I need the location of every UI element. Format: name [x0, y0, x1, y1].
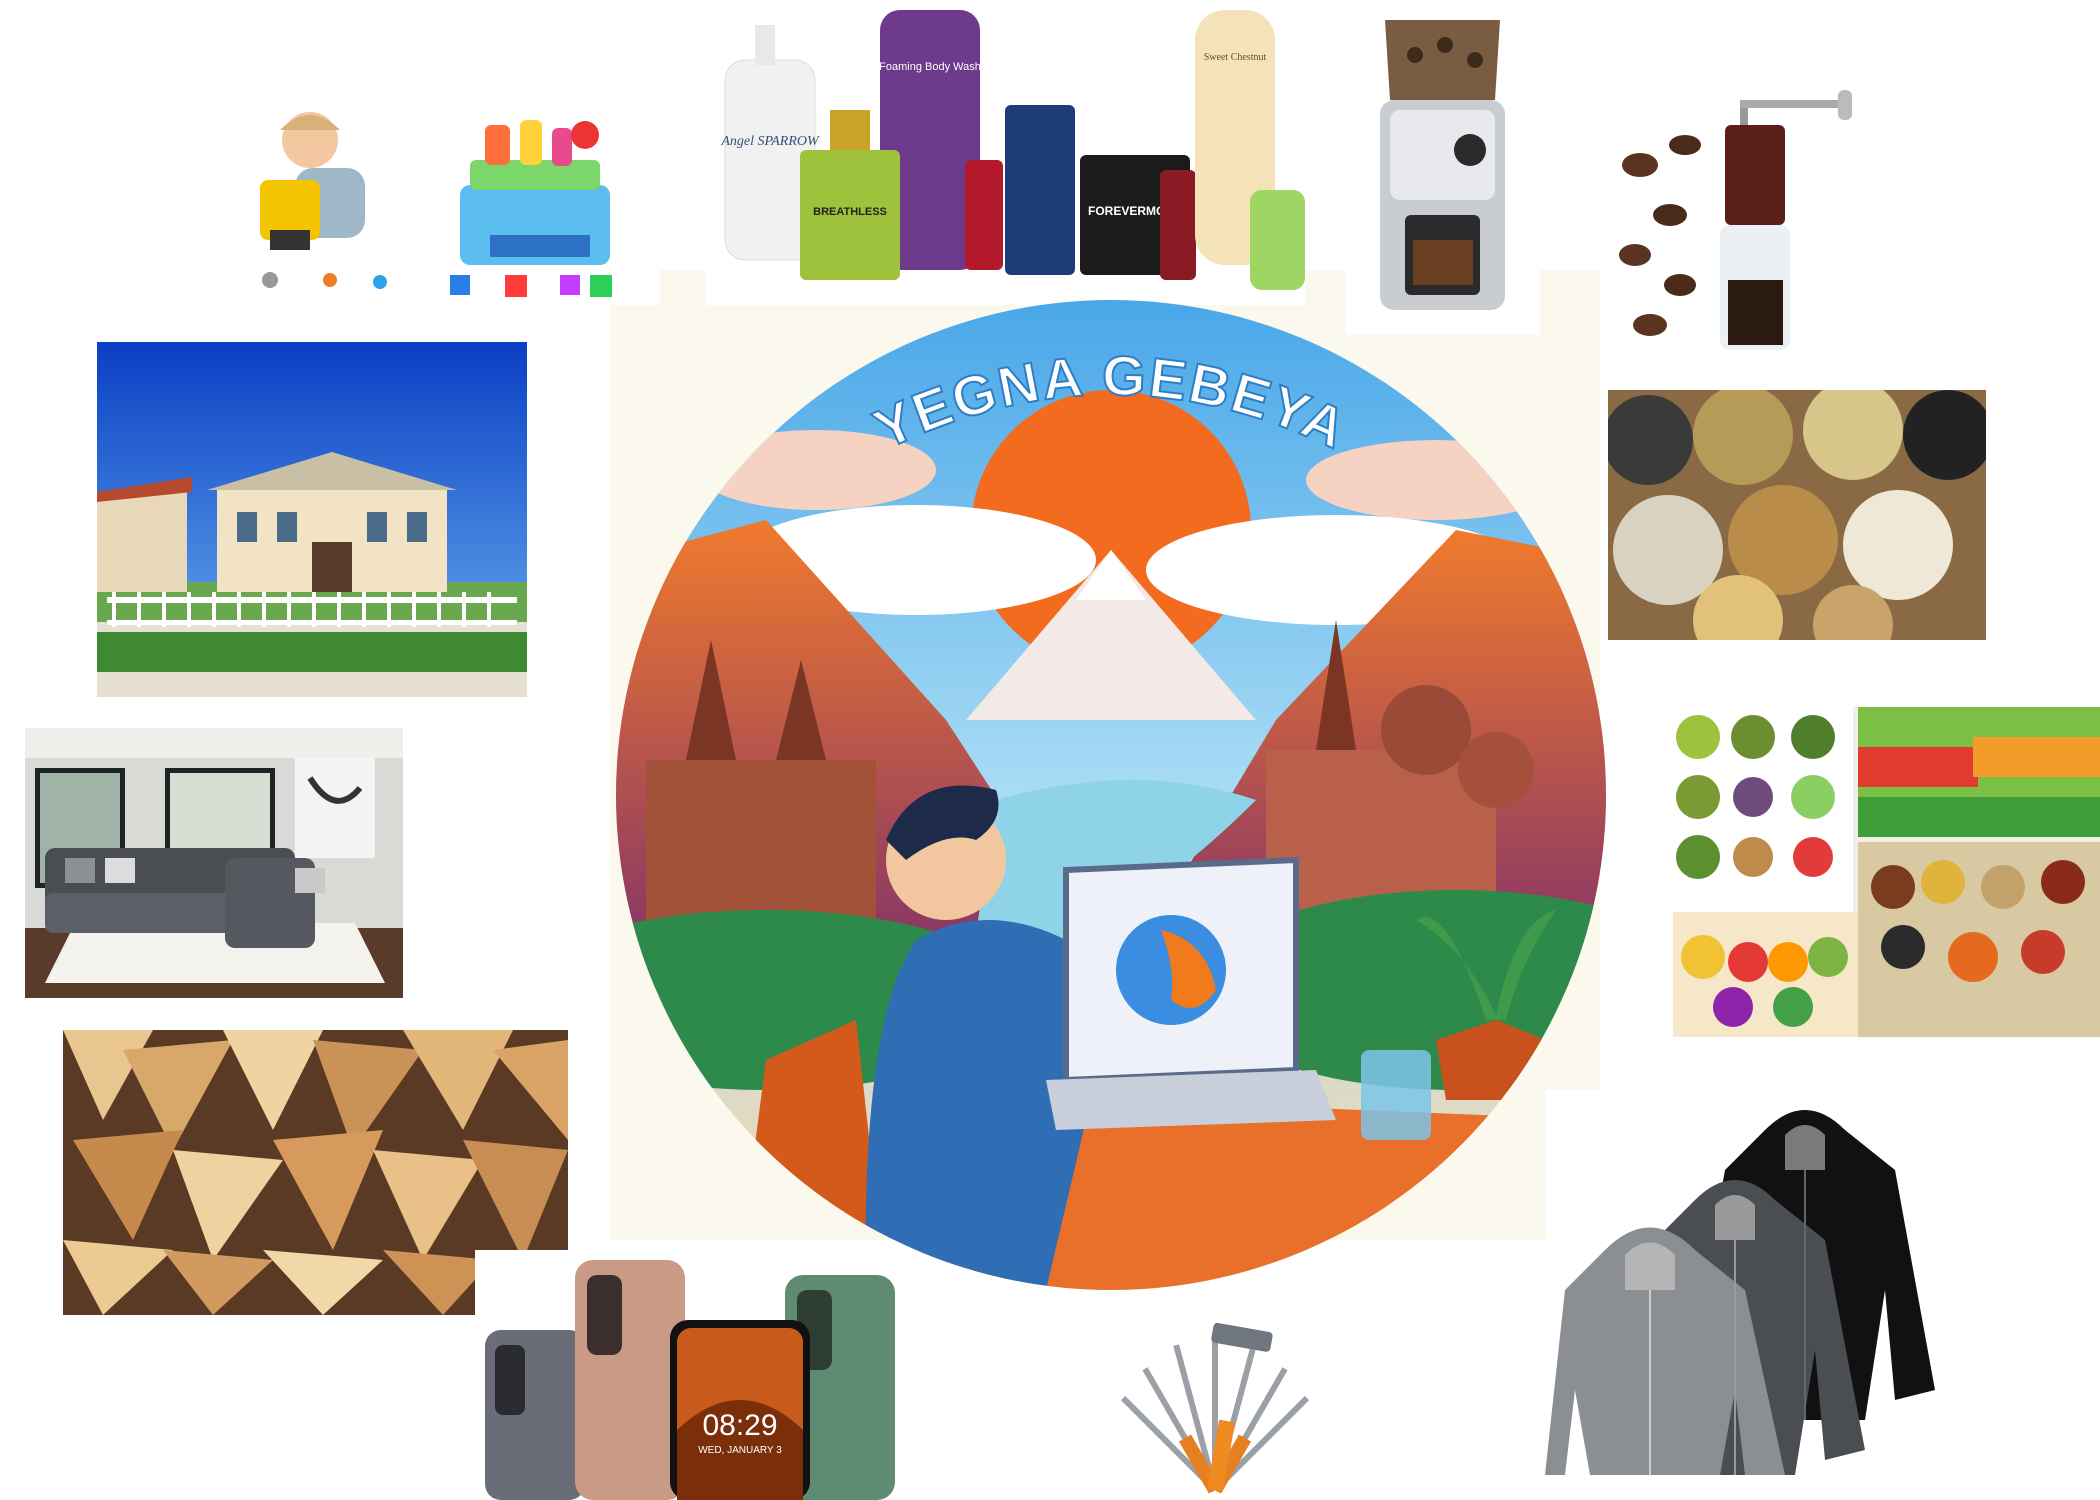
tools-image [1045, 1320, 1390, 1500]
phone-clock: 08:29 [702, 1409, 777, 1442]
phone-date: WED, JANUARY 3 [698, 1445, 782, 1456]
produce-image [1673, 707, 2100, 1037]
yegna-gebeya-logo: YEGNA GEBEYA [616, 300, 1606, 1290]
cosmetic-label-3: BREATHLESS [813, 206, 887, 218]
cosmetic-label-2: Foaming Body Wash [879, 61, 981, 73]
toys-image [240, 90, 660, 305]
cosmetic-label-1: Angel SPARROW [720, 134, 820, 149]
cosmetic-label-5: Sweet Chestnut [1204, 52, 1267, 63]
sofa-image [25, 728, 403, 998]
grains-image [1608, 390, 1986, 640]
manual-grinder-image [1610, 85, 1870, 375]
coffee-grinder-image [1345, 0, 1540, 335]
house-image [97, 342, 527, 697]
cosmetics-image: Angel SPARROW Foaming Body Wash BREATHLE… [705, 0, 1305, 305]
